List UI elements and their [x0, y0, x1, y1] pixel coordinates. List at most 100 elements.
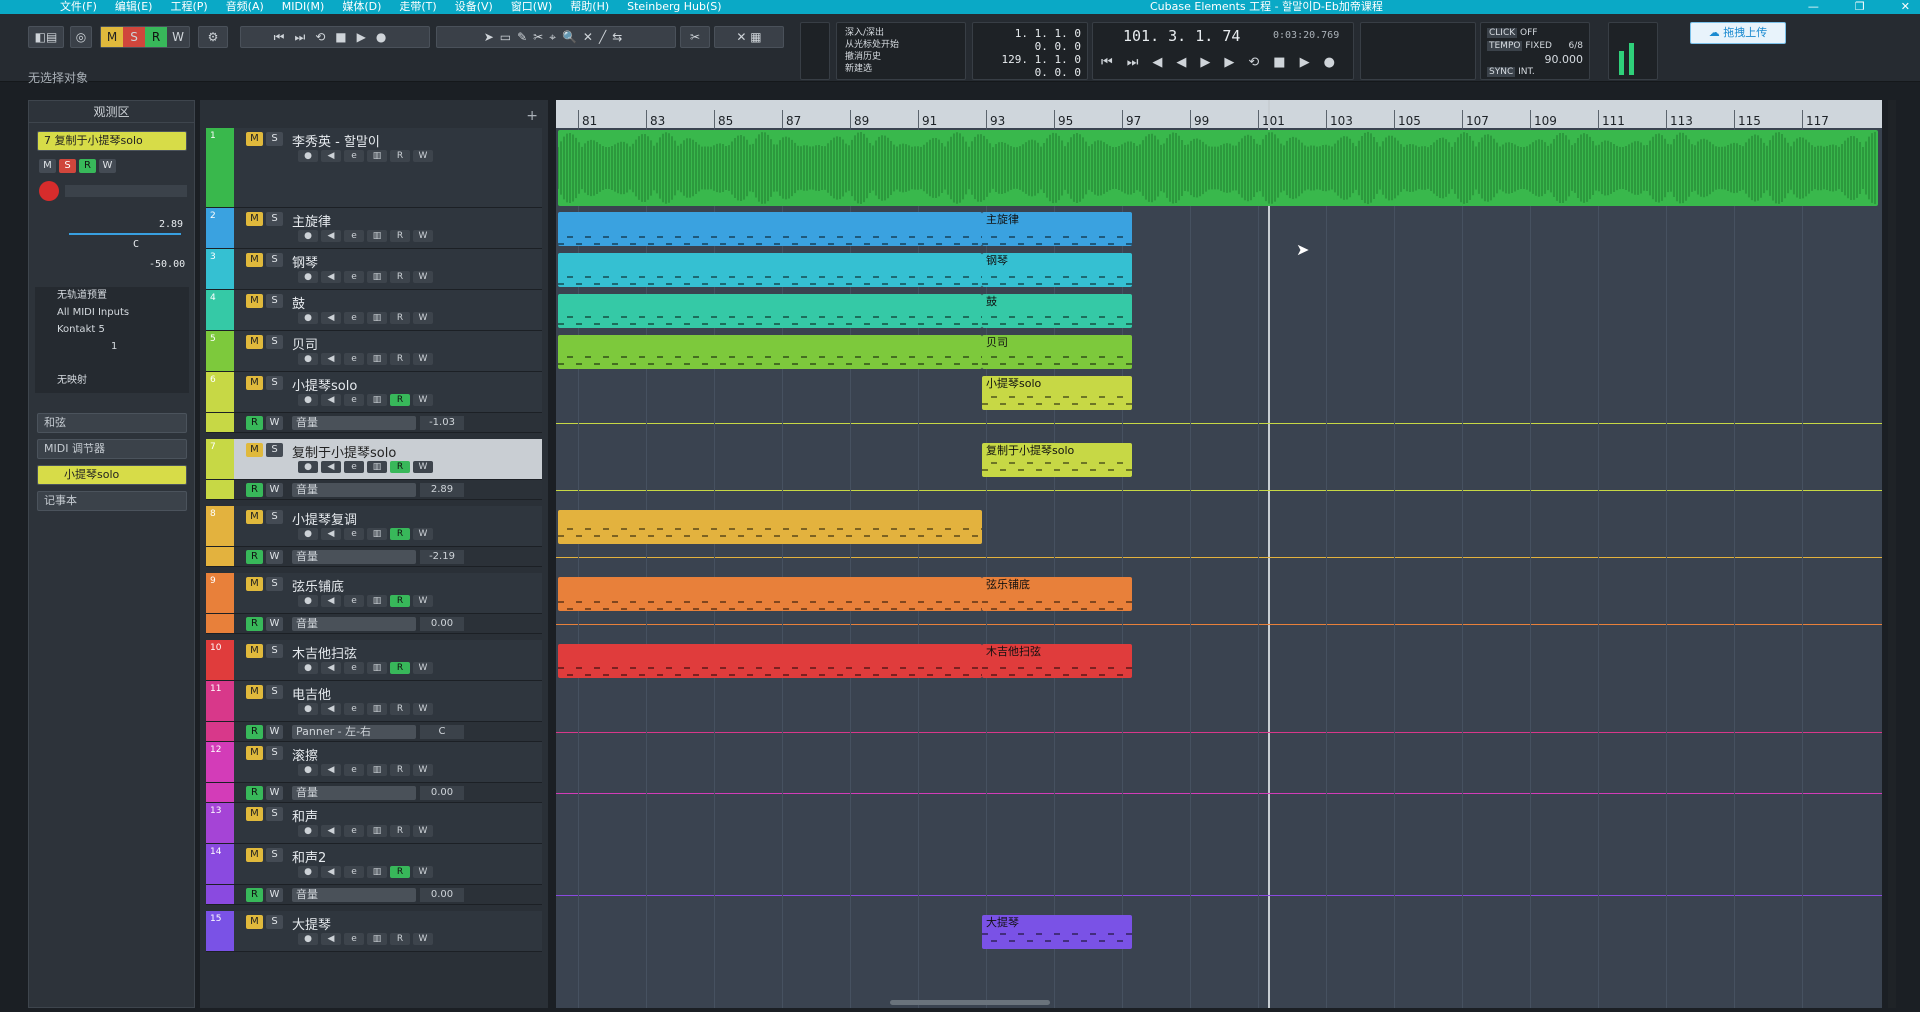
- inspector-mute[interactable]: M: [39, 159, 56, 173]
- mute-button[interactable]: M: [246, 577, 263, 591]
- mute-mode-button[interactable]: M: [101, 27, 123, 47]
- track-name[interactable]: 钢琴: [292, 252, 318, 271]
- audio-event[interactable]: [558, 130, 1878, 206]
- record-enable-icon[interactable]: ●: [298, 150, 318, 162]
- edit-icon[interactable]: e: [344, 150, 364, 162]
- read-button[interactable]: R: [390, 662, 410, 674]
- mute-button[interactable]: M: [246, 510, 263, 524]
- solo-button[interactable]: S: [266, 335, 283, 349]
- tempo-value[interactable]: 90.000: [1487, 53, 1584, 66]
- mute-button[interactable]: M: [246, 443, 263, 457]
- lane-write-button[interactable]: W: [266, 617, 283, 631]
- automation-curve[interactable]: [556, 732, 1882, 733]
- lane-write-button[interactable]: W: [266, 888, 283, 902]
- locators[interactable]: 1. 1. 1. 0 0. 0. 0 129. 1. 1. 0 0. 0. 0: [972, 22, 1088, 80]
- monitor-icon[interactable]: ◀: [321, 394, 341, 406]
- record-enable-icon[interactable]: ●: [298, 703, 318, 715]
- monitor-slider[interactable]: [65, 185, 187, 197]
- track-name[interactable]: 鼓: [292, 293, 305, 312]
- solo-button[interactable]: S: [266, 685, 283, 699]
- write-button[interactable]: W: [413, 461, 433, 473]
- snap-button[interactable]: ✂: [680, 26, 710, 48]
- monitor-icon[interactable]: ◀: [321, 825, 341, 837]
- marker-panel[interactable]: [1360, 22, 1476, 80]
- menu-item[interactable]: 走带(T): [399, 0, 436, 14]
- automation-lane[interactable]: R W 音量 -2.19: [206, 547, 542, 567]
- mute-button[interactable]: M: [246, 848, 263, 862]
- write-button[interactable]: W: [413, 764, 433, 776]
- automation-curve[interactable]: [556, 490, 1882, 491]
- history-panel[interactable]: 深入/深出 从光标处开始 撤消历史 新建选: [836, 22, 966, 80]
- solo-mode-button[interactable]: S: [123, 27, 145, 47]
- lane-parameter[interactable]: 音量: [292, 786, 416, 800]
- grid-button[interactable]: ✕ ▦: [714, 26, 784, 48]
- mute-button[interactable]: M: [246, 132, 263, 146]
- record-enable-icon[interactable]: ●: [298, 353, 318, 365]
- section-chords[interactable]: 和弦: [37, 413, 187, 433]
- midi-part[interactable]: 鼓: [982, 294, 1132, 328]
- menu-item[interactable]: 音频(A): [226, 0, 264, 14]
- mute-button[interactable]: M: [246, 915, 263, 929]
- lanes-icon[interactable]: ▥: [367, 595, 387, 607]
- lane-value[interactable]: 0.00: [420, 617, 464, 631]
- menu-item[interactable]: 帮助(H): [570, 0, 609, 14]
- solo-button[interactable]: S: [266, 132, 283, 146]
- track-name[interactable]: 主旋律: [292, 211, 331, 230]
- midi-part[interactable]: 钢琴: [982, 253, 1132, 287]
- solo-button[interactable]: S: [266, 915, 283, 929]
- instrument-field[interactable]: Kontakt 5: [57, 321, 189, 338]
- lanes-icon[interactable]: ▥: [367, 764, 387, 776]
- position-bars[interactable]: 101. 3. 1. 74: [1123, 27, 1240, 45]
- record-enable-icon[interactable]: ●: [298, 933, 318, 945]
- sync-label[interactable]: SYNC: [1487, 67, 1516, 77]
- edit-icon[interactable]: e: [344, 703, 364, 715]
- vertical-scrollbar[interactable]: [1888, 100, 1896, 1008]
- inspector-read[interactable]: R: [79, 159, 96, 173]
- restore-icon[interactable]: ❐: [1855, 0, 1865, 14]
- track-14[interactable]: 14 M S 和声2 ● ◀ e ▥ R W: [206, 844, 542, 885]
- automation-curve[interactable]: [556, 557, 1882, 558]
- tempo-panel[interactable]: CLICK OFF TEMPO FIXED 6/8 90.000 SYNC IN…: [1480, 22, 1590, 80]
- automation-curve[interactable]: [556, 423, 1882, 424]
- track-9[interactable]: 9 M S 弦乐铺底 ● ◀ e ▥ R W: [206, 573, 542, 614]
- solo-button[interactable]: S: [266, 376, 283, 390]
- monitor-icon[interactable]: ◀: [321, 866, 341, 878]
- midi-part[interactable]: 主旋律: [982, 212, 1132, 246]
- mute-button[interactable]: M: [246, 644, 263, 658]
- track-4[interactable]: 4 M S 鼓 ● ◀ e ▥ R W: [206, 290, 542, 331]
- lane-value[interactable]: -2.19: [420, 550, 464, 564]
- left-locator[interactable]: 1. 1. 1. 0: [979, 27, 1081, 40]
- read-mode-button[interactable]: R: [145, 27, 167, 47]
- mute-button[interactable]: M: [246, 335, 263, 349]
- section-track[interactable]: 小提琴solo: [37, 465, 187, 485]
- track-controls[interactable]: ● ◀ e ▥ R W: [298, 825, 433, 837]
- section-midi-modifiers[interactable]: MIDI 调节器: [37, 439, 187, 459]
- preset-field[interactable]: 无轨道预置: [57, 287, 189, 304]
- mode-buttons[interactable]: M S R W: [100, 26, 190, 48]
- volume-fader[interactable]: [69, 233, 181, 235]
- horizontal-scrollbar[interactable]: [890, 1000, 1050, 1005]
- lane-value[interactable]: 0.00: [420, 786, 464, 800]
- midi-part[interactable]: 贝司: [982, 335, 1132, 369]
- track-controls[interactable]: ● ◀ e ▥ R W: [298, 353, 433, 365]
- solo-button[interactable]: S: [266, 848, 283, 862]
- track-controls[interactable]: ● ◀ e ▥ R W: [298, 230, 433, 242]
- monitor-icon[interactable]: ◀: [321, 595, 341, 607]
- inspector-write[interactable]: W: [99, 159, 116, 173]
- track-name[interactable]: 小提琴solo: [292, 375, 357, 394]
- transport-buttons[interactable]: ⏮⏭◀◀▶▶⟲■▶●: [1101, 55, 1349, 70]
- edit-icon[interactable]: e: [344, 461, 364, 473]
- track-2[interactable]: 2 M S 主旋律 ● ◀ e ▥ R W: [206, 208, 542, 249]
- drum-map-field[interactable]: 无映射: [57, 372, 189, 389]
- track-name[interactable]: 贝司: [292, 334, 318, 353]
- time-signature[interactable]: 6/8: [1569, 40, 1583, 53]
- midi-part[interactable]: [558, 294, 982, 328]
- solo-button[interactable]: S: [266, 510, 283, 524]
- lanes-icon[interactable]: ▥: [367, 825, 387, 837]
- record-enable-icon[interactable]: ●: [298, 528, 318, 540]
- read-button[interactable]: R: [390, 933, 410, 945]
- midi-part[interactable]: [558, 212, 982, 246]
- record-enable-icon[interactable]: ●: [298, 461, 318, 473]
- track-7[interactable]: 7 M S 复制于小提琴solo ● ◀ e ▥ R W: [206, 439, 542, 480]
- add-track-icon[interactable]: +: [526, 108, 538, 124]
